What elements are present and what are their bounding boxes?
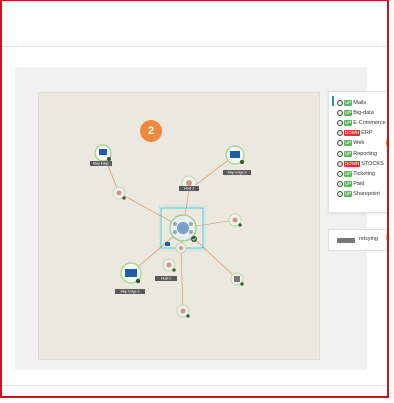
service-status-icon <box>337 181 343 188</box>
service-status-icon <box>337 150 343 157</box>
device-card[interactable]: relsying <box>328 229 387 251</box>
service-row[interactable]: UP E-Commerce <box>337 118 386 127</box>
service-status-badge: UP <box>344 191 353 198</box>
node-label: Host 2 <box>161 277 171 281</box>
service-name: Web <box>353 140 365 147</box>
node-server-top-left[interactable]: Map Edge <box>90 144 112 166</box>
service-name: Sharepoint <box>353 191 380 198</box>
service-status-badge: DOWN <box>344 130 361 137</box>
service-status-icon <box>337 119 343 126</box>
node-label: Host 1 <box>184 187 194 191</box>
service-name: Reporting <box>353 150 378 157</box>
device-label: relsying <box>359 236 378 242</box>
node-device-bottom[interactable] <box>176 304 190 318</box>
node-label: Map Edge 3 <box>121 290 140 294</box>
step-badge-canvas: 2 <box>140 120 162 142</box>
service-name: Big-data <box>353 109 374 116</box>
service-status-icon <box>337 99 343 106</box>
window-frame: Map Edge Map Edge 3 Host 1 Map Edge 3 Ho… <box>0 0 389 398</box>
node-label: Map Edge <box>93 162 109 166</box>
top-bar <box>2 1 387 47</box>
device-icon <box>337 238 355 243</box>
service-status-badge: UP <box>344 109 353 116</box>
service-row[interactable]: UP Ticketing <box>337 169 375 178</box>
node-label: Map Edge 3 <box>228 171 247 175</box>
node-server-bottom-left[interactable]: Map Edge 3 <box>115 262 145 294</box>
service-name: Ticketing <box>353 170 376 177</box>
service-row[interactable]: UP Mails <box>337 98 366 107</box>
topology-map[interactable]: Map Edge Map Edge 3 Host 1 Map Edge 3 Ho… <box>39 93 321 361</box>
service-status-badge: UP <box>344 181 353 188</box>
service-status-badge: UP <box>344 170 353 177</box>
node-host-lower[interactable]: Host 2 <box>155 258 177 281</box>
service-status-icon <box>337 191 343 198</box>
node-hub-center[interactable] <box>169 214 197 242</box>
service-status-badge: UP <box>344 119 353 126</box>
service-name: STOCKS <box>361 160 384 167</box>
node-device-under-hub[interactable] <box>165 242 187 254</box>
node-device-left[interactable] <box>112 186 126 200</box>
service-row[interactable]: UP Sharepoint <box>337 190 380 199</box>
service-row[interactable]: DOWN ERP <box>337 129 373 138</box>
service-status-badge: UP <box>344 99 353 106</box>
service-status-badge: UP <box>344 140 353 147</box>
service-status-badge: DOWN <box>344 160 361 167</box>
node-device-lower-right[interactable] <box>230 272 244 286</box>
topology-map-canvas[interactable]: Map Edge Map Edge 3 Host 1 Map Edge 3 Ho… <box>38 92 320 360</box>
service-status-badge: UP <box>344 150 353 157</box>
node-host-upper[interactable]: Host 1 <box>179 175 199 191</box>
service-status-icon <box>337 140 343 147</box>
active-service-indicator <box>332 96 334 106</box>
service-name: Paid <box>353 181 365 188</box>
service-row[interactable]: UP Reporting <box>337 149 377 158</box>
node-device-right[interactable] <box>228 213 242 227</box>
service-status-icon <box>337 170 343 177</box>
service-name: E-Commerce <box>353 119 386 126</box>
service-name: Mails <box>353 99 367 106</box>
service-row[interactable]: UP Paid <box>337 180 364 189</box>
service-row[interactable]: DOWN STOCKS <box>337 159 384 168</box>
node-server-top-right[interactable]: Map Edge 3 <box>223 145 251 175</box>
service-row[interactable]: UP Web <box>337 139 364 148</box>
service-status-icon <box>337 130 343 137</box>
service-status-icon <box>337 160 343 167</box>
service-row[interactable]: UP Big-data <box>337 108 374 117</box>
service-name: ERP <box>361 130 373 137</box>
bottom-divider <box>2 385 387 386</box>
service-status-icon <box>337 109 343 116</box>
